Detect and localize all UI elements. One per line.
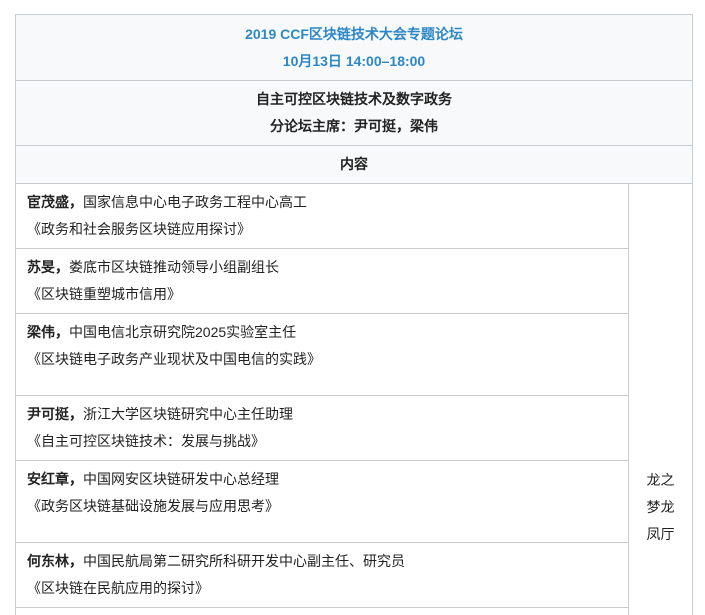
talk-title: 《区块链电子政务产业现状及中国电信的实践》 xyxy=(27,351,321,367)
forum-datetime: 10月13日 14:00–18:00 xyxy=(282,52,426,69)
talk-title: 《政务区块链基础设施发展与应用思考》 xyxy=(27,498,279,514)
forum-cell: 自主可控区块链技术及数字政务 分论坛主席：尹可挺，梁伟 xyxy=(15,80,693,146)
title-row: 2019 CCF区块链技术大会专题论坛 10月13日 14:00–18:00 xyxy=(15,14,693,81)
speaker-affiliation: 中国电信北京研究院2025实验室主任 xyxy=(69,324,297,340)
talk-cell: 梁伟，中国电信北京研究院2025实验室主任 《区块链电子政务产业现状及中国电信的… xyxy=(15,313,629,396)
speaker-affiliation: 娄底市区块链推动领导小组副组长 xyxy=(69,259,279,275)
table-row: 何东林，中国民航局第二研究所科研开发中心副主任、研究员 《区块链在民航应用的探讨… xyxy=(15,542,693,608)
content-header-cell: 内容 xyxy=(15,145,693,184)
speaker-name: 安红章， xyxy=(27,471,83,487)
speaker-line: 何东林，中国民航局第二研究所科研开发中心副主任、研究员 xyxy=(27,548,617,575)
talk-cell: 何东林，中国民航局第二研究所科研开发中心副主任、研究员 《区块链在民航应用的探讨… xyxy=(15,542,629,608)
forum-row: 自主可控区块链技术及数字政务 分论坛主席：尹可挺，梁伟 xyxy=(15,80,693,146)
table-row xyxy=(15,607,693,615)
table-row: 宦茂盛，国家信息中心电子政务工程中心高工 《政务和社会服务区块链应用探讨》 龙之… xyxy=(15,183,693,615)
speaker-line: 宦茂盛，国家信息中心电子政务工程中心高工 xyxy=(27,189,617,216)
speaker-line: 苏旻，娄底市区块链推动领导小组副组长 xyxy=(27,254,617,281)
forum-chairs: 分论坛主席：尹可挺，梁伟 xyxy=(270,118,438,134)
talk-title: 《政务和社会服务区块链应用探讨》 xyxy=(27,221,251,237)
table-row: 安红章，中国网安区块链研发中心总经理 《政务区块链基础设施发展与应用思考》 xyxy=(15,460,693,543)
speaker-name: 苏旻， xyxy=(27,259,69,275)
speaker-line: 安红章，中国网安区块链研发中心总经理 xyxy=(27,466,617,493)
content-header-row: 内容 xyxy=(15,145,693,184)
speaker-line: 尹可挺，浙江大学区块链研究中心主任助理 xyxy=(27,401,617,428)
forum-schedule-table: 2019 CCF区块链技术大会专题论坛 10月13日 14:00–18:00 自… xyxy=(15,14,693,615)
speaker-affiliation: 国家信息中心电子政务工程中心高工 xyxy=(83,194,307,210)
venue-name: 龙之梦龙凤厅 xyxy=(646,472,675,542)
speaker-name: 尹可挺， xyxy=(27,406,83,422)
talk-cell: 安红章，中国网安区块链研发中心总经理 《政务区块链基础设施发展与应用思考》 xyxy=(15,460,629,543)
forum-series-title: 2019 CCF区块链技术大会专题论坛 xyxy=(245,25,463,42)
speaker-name: 何东林， xyxy=(27,553,83,569)
speaker-name: 梁伟， xyxy=(27,324,69,340)
talk-title: 《自主可控区块链技术：发展与挑战》 xyxy=(27,433,265,449)
table-row: 苏旻，娄底市区块链推动领导小组副组长 《区块链重塑城市信用》 xyxy=(15,248,693,314)
talk-cell: 尹可挺，浙江大学区块链研究中心主任助理 《自主可控区块链技术：发展与挑战》 xyxy=(15,395,629,461)
talk-cell: 苏旻，娄底市区块链推动领导小组副组长 《区块链重塑城市信用》 xyxy=(15,248,629,314)
talk-cell: 宦茂盛，国家信息中心电子政务工程中心高工 《政务和社会服务区块链应用探讨》 xyxy=(15,183,629,249)
table-row: 尹可挺，浙江大学区块链研究中心主任助理 《自主可控区块链技术：发展与挑战》 xyxy=(15,395,693,461)
talk-title: 《区块链在民航应用的探讨》 xyxy=(27,580,209,596)
talk-title: 《区块链重塑城市信用》 xyxy=(27,286,181,302)
table-row: 梁伟，中国电信北京研究院2025实验室主任 《区块链电子政务产业现状及中国电信的… xyxy=(15,313,693,396)
speaker-line: 梁伟，中国电信北京研究院2025实验室主任 xyxy=(27,319,617,346)
talk-cell xyxy=(15,607,629,615)
speaker-affiliation: 浙江大学区块链研究中心主任助理 xyxy=(83,406,293,422)
venue-cell: 龙之梦龙凤厅 xyxy=(628,183,693,615)
title-cell: 2019 CCF区块链技术大会专题论坛 10月13日 14:00–18:00 xyxy=(15,14,693,81)
speaker-name: 宦茂盛， xyxy=(27,194,83,210)
speaker-affiliation: 中国网安区块链研发中心总经理 xyxy=(83,471,279,487)
speaker-affiliation: 中国民航局第二研究所科研开发中心副主任、研究员 xyxy=(83,553,405,569)
forum-name: 自主可控区块链技术及数字政务 xyxy=(256,91,452,107)
